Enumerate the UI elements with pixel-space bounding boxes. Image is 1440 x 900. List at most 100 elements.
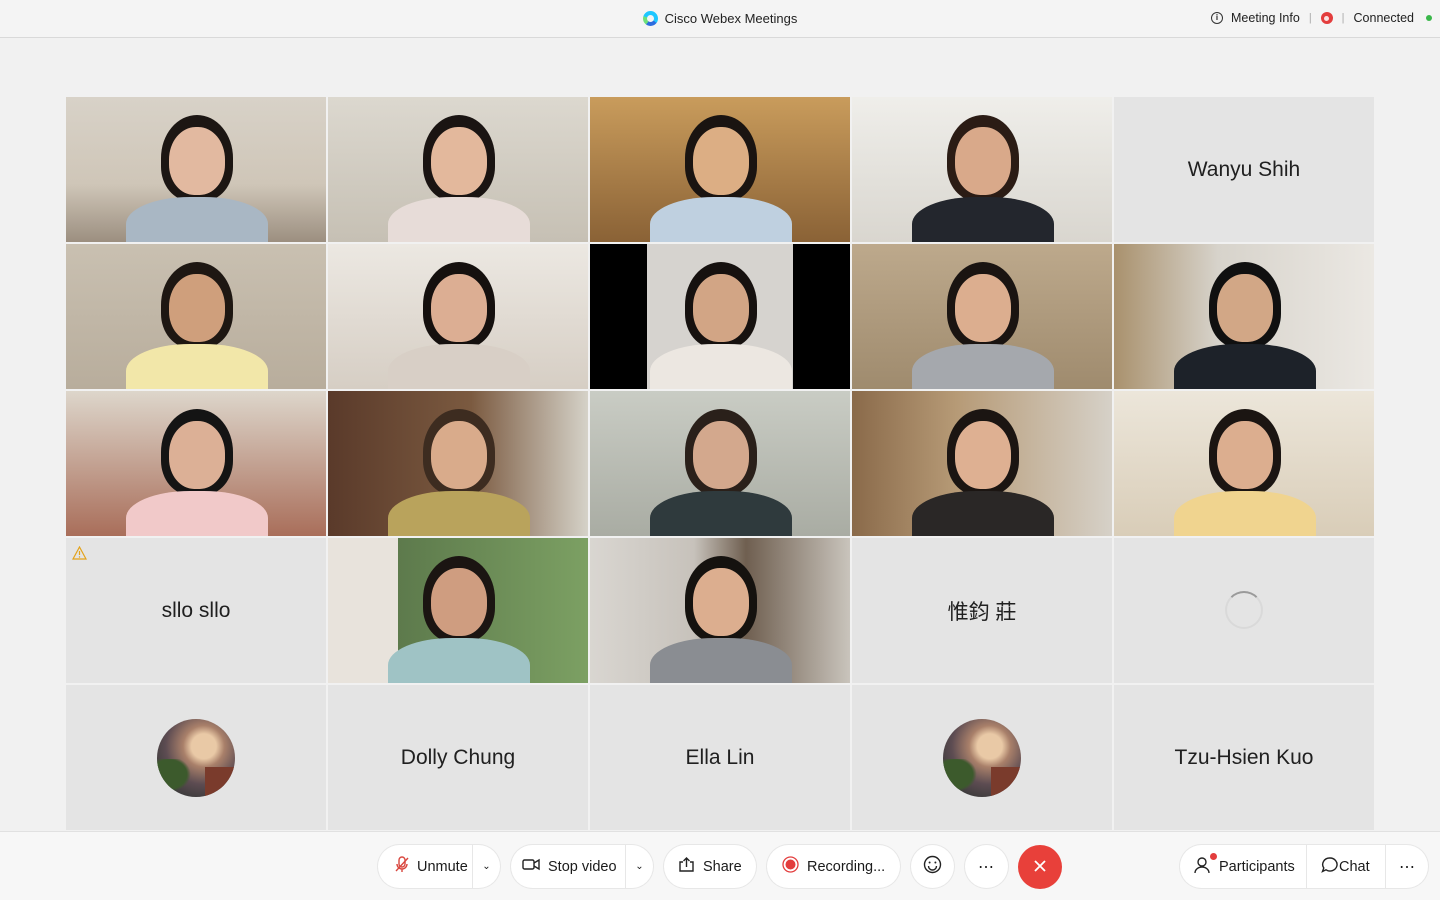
notification-dot-icon [1210,853,1217,860]
participant-face [1217,421,1273,489]
avatar-tree [157,759,197,797]
participant-face [169,274,225,342]
participant-face [431,274,487,342]
participant-name: 惟鈞 莊 [947,600,1017,624]
participant-face [693,127,749,195]
ellipsis-icon: ⋯ [1399,858,1415,876]
avatar-tree [943,759,983,797]
participant-name-tile[interactable]: Ella Lin [590,685,850,830]
participant-face [693,274,749,342]
participant-video-tile[interactable] [852,244,1112,389]
participant-video-tile[interactable] [1114,244,1374,389]
participant-body [912,197,1054,242]
video-options-chevron-icon[interactable]: ⌄ [625,845,653,888]
record-icon [782,856,799,877]
participant-body [126,197,268,242]
meeting-info-link[interactable]: Meeting Info [1231,11,1300,25]
participant-video-tile[interactable] [1114,391,1374,536]
connected-dot-icon [1426,15,1432,21]
participant-name-tile[interactable]: Dolly Chung [328,685,588,830]
participant-body [650,197,792,242]
close-icon [1033,856,1047,879]
participant-body [126,491,268,536]
participant-face [431,421,487,489]
participant-face [955,274,1011,342]
avatar [943,719,1021,797]
divider: | [1341,12,1345,24]
panel-more-button[interactable]: ⋯ [1386,845,1428,888]
participant-video-tile[interactable] [590,391,850,536]
participant-face [431,127,487,195]
participants-button[interactable]: Participants [1180,845,1307,888]
participant-face [955,421,1011,489]
panel-buttons: Participants Chat ⋯ [1180,845,1428,888]
participant-body [388,344,530,389]
participant-video-tile[interactable] [328,244,588,389]
share-icon [678,857,695,876]
participant-name-tile[interactable]: Wanyu Shih [1114,97,1374,242]
avatar-wall [991,767,1021,797]
participant-face [955,127,1011,195]
loading-spinner-icon [1225,591,1263,629]
participant-video-tile[interactable] [328,538,588,683]
participant-name-tile[interactable]: Tzu-Hsien Kuo [1114,685,1374,830]
participant-video-tile[interactable] [66,391,326,536]
share-button[interactable]: Share [664,845,756,888]
webex-logo-icon [642,11,658,26]
ellipsis-icon: ⋯ [978,858,995,876]
camera-icon [522,858,540,875]
share-label: Share [703,858,742,875]
participant-avatar-tile[interactable] [66,685,326,830]
participant-video-tile[interactable] [590,97,850,242]
participant-body [388,491,530,536]
participant-video-tile[interactable] [852,97,1112,242]
person-icon [1194,856,1212,878]
divider: | [1308,12,1312,24]
participant-name: Tzu-Hsien Kuo [1174,745,1314,769]
title-bar: Cisco Webex Meetings i Meeting Info | | … [0,0,1440,38]
participant-avatar-tile[interactable] [852,685,1112,830]
info-icon[interactable]: i [1211,12,1224,24]
status-area: i Meeting Info | | Connected [1211,11,1432,25]
mic-muted-icon [395,856,409,877]
participant-video-tile[interactable] [328,391,588,536]
audio-options-chevron-icon[interactable]: ⌄ [472,845,500,888]
reactions-button[interactable] [911,845,954,888]
participant-face [169,421,225,489]
participant-body [912,344,1054,389]
chat-button[interactable]: Chat [1307,845,1386,888]
unmute-button[interactable]: Unmute ⌄ [378,845,500,888]
participant-face [693,421,749,489]
participant-video-tile[interactable] [66,244,326,389]
end-meeting-button[interactable] [1018,845,1062,889]
participant-video-tile[interactable] [66,97,326,242]
stop-video-button[interactable]: Stop video ⌄ [511,845,653,888]
participant-body [1174,491,1316,536]
smiley-icon [923,855,942,878]
participant-name-tile[interactable]: sllo sllo [66,538,326,683]
participant-face [431,568,487,636]
participant-loading-tile[interactable] [1114,538,1374,683]
avatar [157,719,235,797]
participant-body [1174,344,1316,389]
participant-name: Dolly Chung [400,745,516,769]
participant-body [388,197,530,242]
participant-name-tile[interactable]: 惟鈞 莊 [852,538,1112,683]
more-options-button[interactable]: ⋯ [965,845,1008,888]
participant-face [693,568,749,636]
participant-video-tile[interactable] [328,97,588,242]
warning-icon [72,546,87,560]
participant-name: Wanyu Shih [1187,157,1301,181]
participant-body [388,638,530,683]
participant-video-tile[interactable] [590,244,850,389]
recording-label: Recording... [807,858,886,875]
recording-button[interactable]: Recording... [767,845,900,888]
chat-label: Chat [1339,858,1370,875]
participant-grid: Wanyu Shih sllo sllo 惟鈞 莊 Dolly Chung Ella L… [66,97,1374,830]
participant-video-tile[interactable] [852,391,1112,536]
unmute-label: Unmute [417,858,468,875]
participant-name: sllo sllo [161,598,231,622]
participant-video-tile[interactable] [590,538,850,683]
stop-video-label: Stop video [548,858,617,875]
participant-face [169,127,225,195]
